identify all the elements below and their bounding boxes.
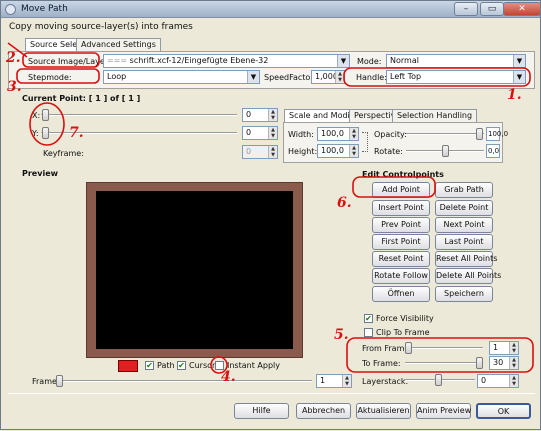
annotation-circle-source	[22, 52, 100, 68]
annotation-circle-add-point	[352, 176, 436, 198]
move-path-window: Move Path – ▭ ✕ Copy moving source-layer…	[0, 0, 541, 430]
annotation-circle-xy	[29, 102, 65, 146]
annotation-label-5: 5.	[334, 327, 349, 343]
annotation-circle-stepmode	[16, 68, 100, 84]
annotation-label-4: 4.	[221, 369, 236, 385]
annotation-label-3: 3.	[7, 79, 22, 95]
annotation-circle-frames	[346, 337, 534, 373]
annotation-circle-handle	[343, 67, 531, 87]
annotation-label-1: 1.	[507, 87, 522, 103]
annotation-label-2: 2.	[6, 50, 21, 66]
annotation-overlay	[7, 42, 534, 374]
annotation-label-6: 6.	[337, 195, 352, 211]
annotation-label-7: 7.	[69, 125, 84, 141]
